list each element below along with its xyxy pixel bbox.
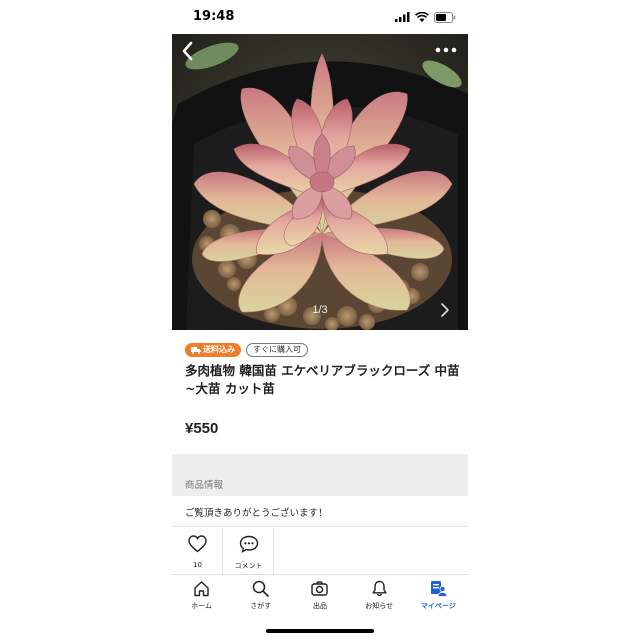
shipping-badge-label: 送料込み (203, 345, 235, 354)
item-price: ¥550 (185, 420, 219, 437)
shipping-included-badge: 送料込み (185, 343, 241, 357)
item-description: ご覧頂きありがとうございます！ (185, 508, 328, 519)
tab-mypage-label: マイページ (420, 602, 456, 610)
camera-icon (311, 581, 329, 596)
phone-screen: 19:48 1/3 送料込み すぐに購入可 多肉植物 韓国苗 エケベリアブラック… (172, 0, 468, 640)
item-actions: 10 コメント (172, 528, 468, 574)
comment-icon (239, 535, 259, 553)
tab-notifications-label: お知らせ (365, 602, 394, 610)
item-title: 多肉植物 韓国苗 エケベリアブラックローズ 中苗~大苗 カット苗 (185, 363, 460, 396)
tab-search[interactable]: さがす (231, 575, 290, 615)
item-info-section-header: 商品情報 (172, 454, 468, 496)
like-count: 10 (193, 561, 202, 569)
tab-sell-label: 出品 (312, 602, 327, 610)
product-image[interactable]: 1/3 (172, 34, 468, 330)
battery-icon (434, 11, 456, 23)
search-icon (252, 580, 269, 597)
item-info-header-label: 商品情報 (185, 480, 224, 491)
bell-icon (372, 580, 387, 597)
comment-button[interactable]: コメント (223, 528, 274, 574)
more-dots-icon[interactable] (434, 42, 458, 58)
signal-icon (395, 12, 410, 22)
home-indicator[interactable] (266, 629, 374, 633)
home-icon (194, 581, 209, 597)
wifi-icon (415, 12, 429, 22)
tab-home-label: ホーム (191, 602, 212, 610)
chevron-right-icon[interactable] (438, 302, 452, 318)
chevron-left-icon[interactable] (176, 39, 200, 63)
truck-icon (191, 347, 201, 354)
divider (172, 526, 468, 527)
bottom-tab-bar: ホーム さがす 出品 お知らせ マイページ (172, 574, 468, 614)
mypage-icon (430, 581, 447, 597)
instant-purchase-badge: すぐに購入可 (246, 343, 308, 357)
tab-mypage[interactable]: マイページ (409, 575, 468, 615)
tab-notifications[interactable]: お知らせ (350, 575, 409, 615)
tab-sell[interactable]: 出品 (290, 575, 349, 615)
like-button[interactable]: 10 (172, 528, 223, 574)
tab-search-label: さがす (250, 602, 272, 610)
comment-label: コメント (234, 562, 263, 570)
status-bar: 19:48 (172, 0, 468, 34)
image-counter: 1/3 (312, 304, 328, 316)
heart-icon (188, 535, 207, 553)
item-badges: 送料込み すぐに購入可 (185, 343, 308, 357)
status-time: 19:48 (193, 9, 235, 24)
tab-home[interactable]: ホーム (172, 575, 231, 615)
succulent-photo (172, 34, 468, 330)
status-icons (395, 11, 456, 23)
